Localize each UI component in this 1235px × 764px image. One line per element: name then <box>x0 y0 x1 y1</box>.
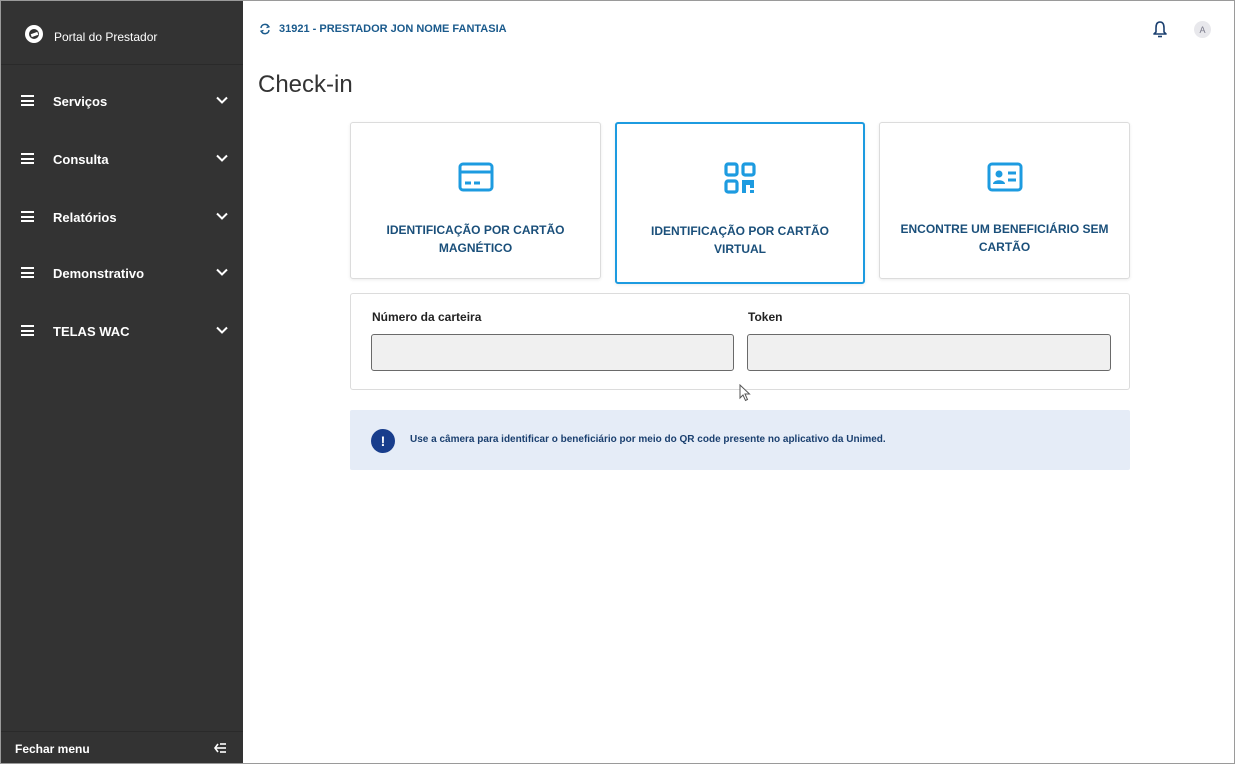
page-title: Check-in <box>258 71 353 98</box>
card-label: IDENTIFICAÇÃO POR CARTÃO VIRTUAL <box>651 224 829 256</box>
sidebar-item-label: Relatórios <box>53 210 117 225</box>
alert-text: Use a câmera para identificar o benefici… <box>410 434 886 445</box>
token-label: Token <box>748 310 783 324</box>
close-menu-button[interactable]: Fechar menu <box>1 731 243 763</box>
brand-title: Portal do Prestador <box>54 30 158 44</box>
brand-logo-icon <box>25 25 43 43</box>
provider-switcher[interactable]: 31921 - PRESTADOR JON NOME FANTASIA <box>259 21 507 37</box>
card-magnetic-identification[interactable]: IDENTIFICAÇÃO POR CARTÃO MAGNÉTICO <box>350 122 601 279</box>
credit-card-icon <box>458 162 493 192</box>
card-find-beneficiary[interactable]: ENCONTRE UM BENEFICIÁRIO SEM CARTÃO <box>879 122 1130 279</box>
qr-code-icon <box>724 162 756 194</box>
sidebar-item-label: Demonstrativo <box>53 266 145 281</box>
chevron-down-icon <box>216 212 228 220</box>
exclamation-icon: ! <box>371 429 395 453</box>
menu-icon <box>21 95 34 106</box>
token-input[interactable] <box>747 334 1111 371</box>
sidebar-item-consulta[interactable]: Consulta <box>1 137 243 181</box>
chevron-down-icon <box>216 154 228 162</box>
menu-icon <box>21 153 34 164</box>
card-label: ENCONTRE UM BENEFICIÁRIO SEM CARTÃO <box>900 222 1109 254</box>
identification-form: Número da carteira Token <box>350 293 1130 390</box>
top-bar: 31921 - PRESTADOR JON NOME FANTASIA A <box>243 1 1234 57</box>
menu-icon <box>21 325 34 336</box>
sidebar-item-relatorios[interactable]: Relatórios <box>1 195 243 239</box>
card-virtual-identification[interactable]: IDENTIFICAÇÃO POR CARTÃO VIRTUAL <box>615 122 865 284</box>
sidebar-item-label: Serviços <box>53 94 108 109</box>
bell-icon[interactable] <box>1152 20 1168 38</box>
menu-icon <box>21 211 34 222</box>
collapse-menu-icon <box>214 743 226 753</box>
sidebar-item-telas-wac[interactable]: TELAS WAC <box>1 309 243 353</box>
brand-header[interactable]: Portal do Prestador <box>1 1 243 65</box>
swap-icon <box>259 23 271 35</box>
card-number-label: Número da carteira <box>372 310 482 324</box>
chevron-down-icon <box>216 96 228 104</box>
sidebar: Portal do Prestador Serviços Consulta Re… <box>1 1 243 763</box>
chevron-down-icon <box>216 268 228 276</box>
sidebar-item-servicos[interactable]: Serviços <box>1 79 243 123</box>
sidebar-item-label: TELAS WAC <box>53 324 130 339</box>
close-menu-label: Fechar menu <box>15 742 90 756</box>
sidebar-item-demonstrativo[interactable]: Demonstrativo <box>1 251 243 295</box>
chevron-down-icon <box>216 326 228 334</box>
card-number-input[interactable] <box>371 334 734 371</box>
user-avatar[interactable]: A <box>1194 21 1211 38</box>
menu-icon <box>21 267 34 278</box>
mouse-cursor-icon <box>739 384 751 402</box>
id-card-icon <box>987 162 1022 192</box>
sidebar-item-label: Consulta <box>53 152 109 167</box>
info-alert: ! Use a câmera para identificar o benefi… <box>350 410 1130 470</box>
card-label: IDENTIFICAÇÃO POR CARTÃO MAGNÉTICO <box>386 223 565 255</box>
provider-name: 31921 - PRESTADOR JON NOME FANTASIA <box>279 23 507 35</box>
